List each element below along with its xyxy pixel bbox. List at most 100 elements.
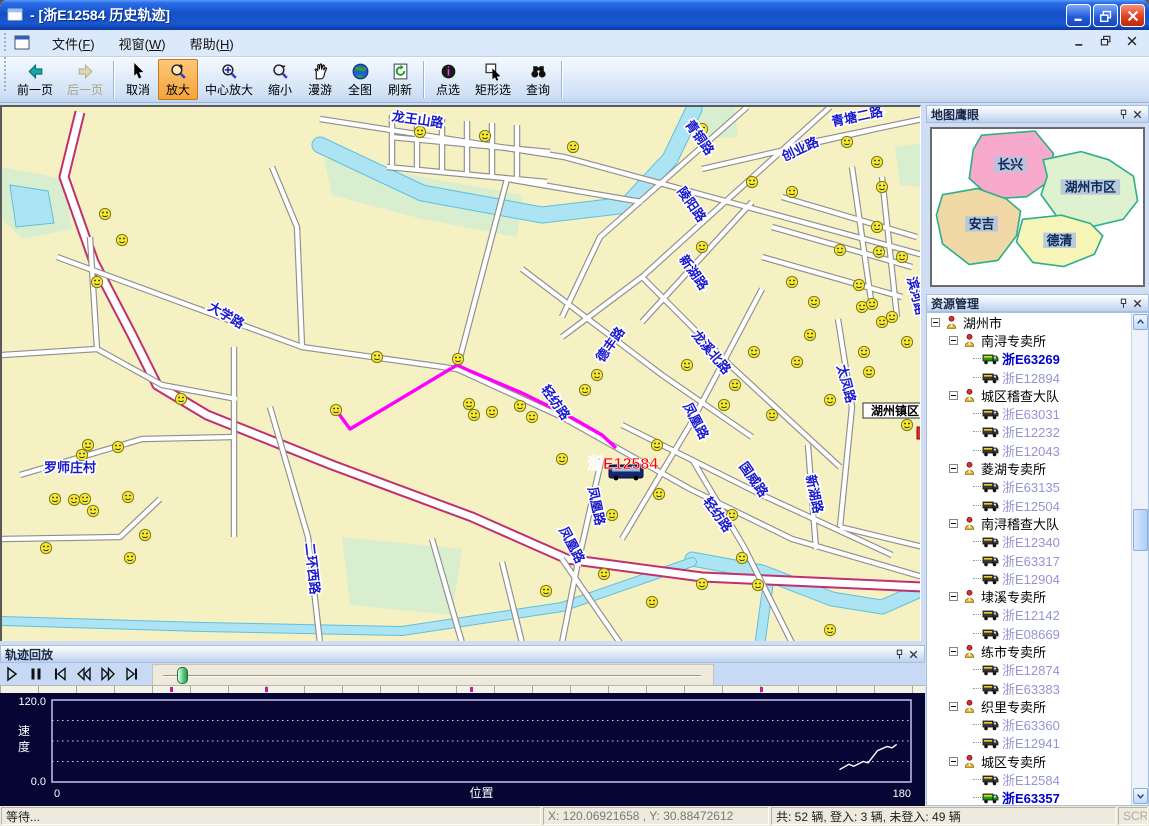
poi-smiley-icon[interactable] (82, 439, 93, 450)
toolbar-button-point-select[interactable]: i点选 (428, 59, 468, 100)
poi-smiley-icon[interactable] (834, 244, 845, 255)
poi-smiley-icon[interactable] (804, 329, 815, 340)
tree-collapse-box[interactable] (949, 464, 958, 473)
poi-smiley-icon[interactable] (752, 579, 763, 590)
close-icon[interactable] (906, 647, 920, 661)
poi-smiley-icon[interactable] (871, 221, 882, 232)
poi-smiley-icon[interactable] (896, 251, 907, 262)
poi-smiley-icon[interactable] (736, 552, 747, 563)
tree-item-vehicle[interactable]: 浙E63135 (927, 478, 1131, 496)
tree-collapse-box[interactable] (949, 702, 958, 711)
poi-smiley-icon[interactable] (468, 409, 479, 420)
pin-icon[interactable] (892, 647, 906, 661)
pin-icon[interactable] (1116, 296, 1130, 310)
playback-play-button[interactable] (1, 664, 23, 684)
close-icon[interactable] (1130, 296, 1144, 310)
poi-smiley-icon[interactable] (122, 491, 133, 502)
poi-smiley-icon[interactable] (871, 156, 882, 167)
tree-item-vehicle[interactable]: 浙E63360 (927, 716, 1131, 734)
menu-item-w[interactable]: 视窗(W) (107, 33, 178, 56)
overview-map[interactable]: 长兴 湖州市区 安吉 德清 (930, 127, 1145, 287)
tree-collapse-box[interactable] (931, 318, 940, 327)
toolbar-grip[interactable] (2, 33, 8, 54)
tree-item-vehicle[interactable]: 浙E12894 (927, 368, 1131, 386)
poi-smiley-icon[interactable] (873, 246, 884, 257)
poi-smiley-icon[interactable] (116, 234, 127, 245)
poi-smiley-icon[interactable] (463, 398, 474, 409)
poi-smiley-icon[interactable] (653, 488, 664, 499)
poi-smiley-icon[interactable] (718, 399, 729, 410)
poi-smiley-icon[interactable] (901, 336, 912, 347)
poi-smiley-icon[interactable] (791, 356, 802, 367)
tree-item-vehicle[interactable]: 浙E63383 (927, 679, 1131, 697)
poi-smiley-icon[interactable] (808, 296, 819, 307)
poi-smiley-icon[interactable] (139, 529, 150, 540)
tree-item-vehicle[interactable]: 浙E63357 (927, 789, 1131, 805)
playback-skip-start-button[interactable] (49, 664, 71, 684)
scroll-up-button[interactable] (1133, 314, 1148, 330)
poi-smiley-icon[interactable] (824, 624, 835, 635)
poi-smiley-icon[interactable] (856, 301, 867, 312)
poi-smiley-icon[interactable] (729, 379, 740, 390)
poi-smiley-icon[interactable] (79, 493, 90, 504)
slider-track[interactable] (163, 675, 701, 677)
poi-smiley-icon[interactable] (175, 393, 186, 404)
poi-smiley-icon[interactable] (886, 311, 897, 322)
toolbar-button-pan[interactable]: 漫游 (300, 59, 340, 100)
poi-smiley-icon[interactable] (696, 241, 707, 252)
poi-smiley-icon[interactable] (414, 126, 425, 137)
poi-smiley-icon[interactable] (786, 276, 797, 287)
tree-collapse-box[interactable] (949, 592, 958, 601)
close-button[interactable] (1120, 4, 1145, 27)
poi-smiley-icon[interactable] (766, 409, 777, 420)
tree-item-vehicle[interactable]: 浙E12941 (927, 734, 1131, 752)
playback-pause-button[interactable] (25, 664, 47, 684)
poi-smiley-icon[interactable] (68, 494, 79, 505)
pin-icon[interactable] (1116, 107, 1130, 121)
tree-collapse-box[interactable] (949, 519, 958, 528)
tree-item-vehicle[interactable]: 浙E12874 (927, 661, 1131, 679)
poi-smiley-icon[interactable] (124, 552, 135, 563)
playback-fast-forward-button[interactable] (97, 664, 119, 684)
poi-smiley-icon[interactable] (514, 400, 525, 411)
poi-smiley-icon[interactable] (87, 505, 98, 516)
poi-smiley-icon[interactable] (112, 441, 123, 452)
playback-slider[interactable] (152, 664, 714, 686)
tree-item-root[interactable]: 湖州市 (927, 313, 1131, 331)
map-canvas[interactable]: 龙王山路青铜路陵阳路青塘二路创业路新湖路大学路德丰路龙溪北路轻纺路凤凰路太凤路国… (0, 105, 921, 641)
toolbar-button-refresh[interactable]: 刷新 (380, 59, 420, 100)
poi-smiley-icon[interactable] (696, 578, 707, 589)
tree-item-group[interactable]: 南浔稽查大队 (927, 514, 1131, 532)
poi-smiley-icon[interactable] (40, 542, 51, 553)
poi-smiley-icon[interactable] (452, 353, 463, 364)
poi-smiley-icon[interactable] (91, 276, 102, 287)
tree-item-group[interactable]: 织里专卖所 (927, 697, 1131, 715)
map-svg[interactable]: 龙王山路青铜路陵阳路青塘二路创业路新湖路大学路德丰路龙溪北路轻纺路凤凰路太凤路国… (2, 107, 920, 641)
poi-smiley-icon[interactable] (49, 493, 60, 504)
slider-thumb[interactable] (177, 667, 188, 684)
scroll-thumb[interactable] (1133, 509, 1148, 551)
tree-scrollbar[interactable] (1131, 313, 1148, 805)
poi-smiley-icon[interactable] (591, 369, 602, 380)
tree-collapse-box[interactable] (949, 757, 958, 766)
toolbar-button-prev-page[interactable]: 前一页 (10, 59, 60, 100)
poi-smiley-icon[interactable] (681, 359, 692, 370)
poi-smiley-icon[interactable] (330, 404, 341, 415)
poi-smiley-icon[interactable] (866, 298, 877, 309)
tree-collapse-box[interactable] (949, 647, 958, 656)
tree-item-vehicle[interactable]: 浙E12043 (927, 441, 1131, 459)
poi-smiley-icon[interactable] (479, 130, 490, 141)
tree-collapse-box[interactable] (949, 391, 958, 400)
mdi-restore-button[interactable] (1099, 34, 1113, 47)
tree-item-group[interactable]: 练市专卖所 (927, 642, 1131, 660)
poi-smiley-icon[interactable] (486, 406, 497, 417)
tree-item-vehicle[interactable]: 浙E63269 (927, 350, 1131, 368)
poi-smiley-icon[interactable] (540, 585, 551, 596)
poi-smiley-icon[interactable] (579, 384, 590, 395)
tree-item-group[interactable]: 埭溪专卖所 (927, 587, 1131, 605)
poi-smiley-icon[interactable] (824, 394, 835, 405)
poi-smiley-icon[interactable] (371, 351, 382, 362)
toolbar-button-full-map[interactable]: 全图 (340, 59, 380, 100)
playback-skip-end-button[interactable] (121, 664, 143, 684)
minimize-button[interactable] (1066, 4, 1091, 27)
